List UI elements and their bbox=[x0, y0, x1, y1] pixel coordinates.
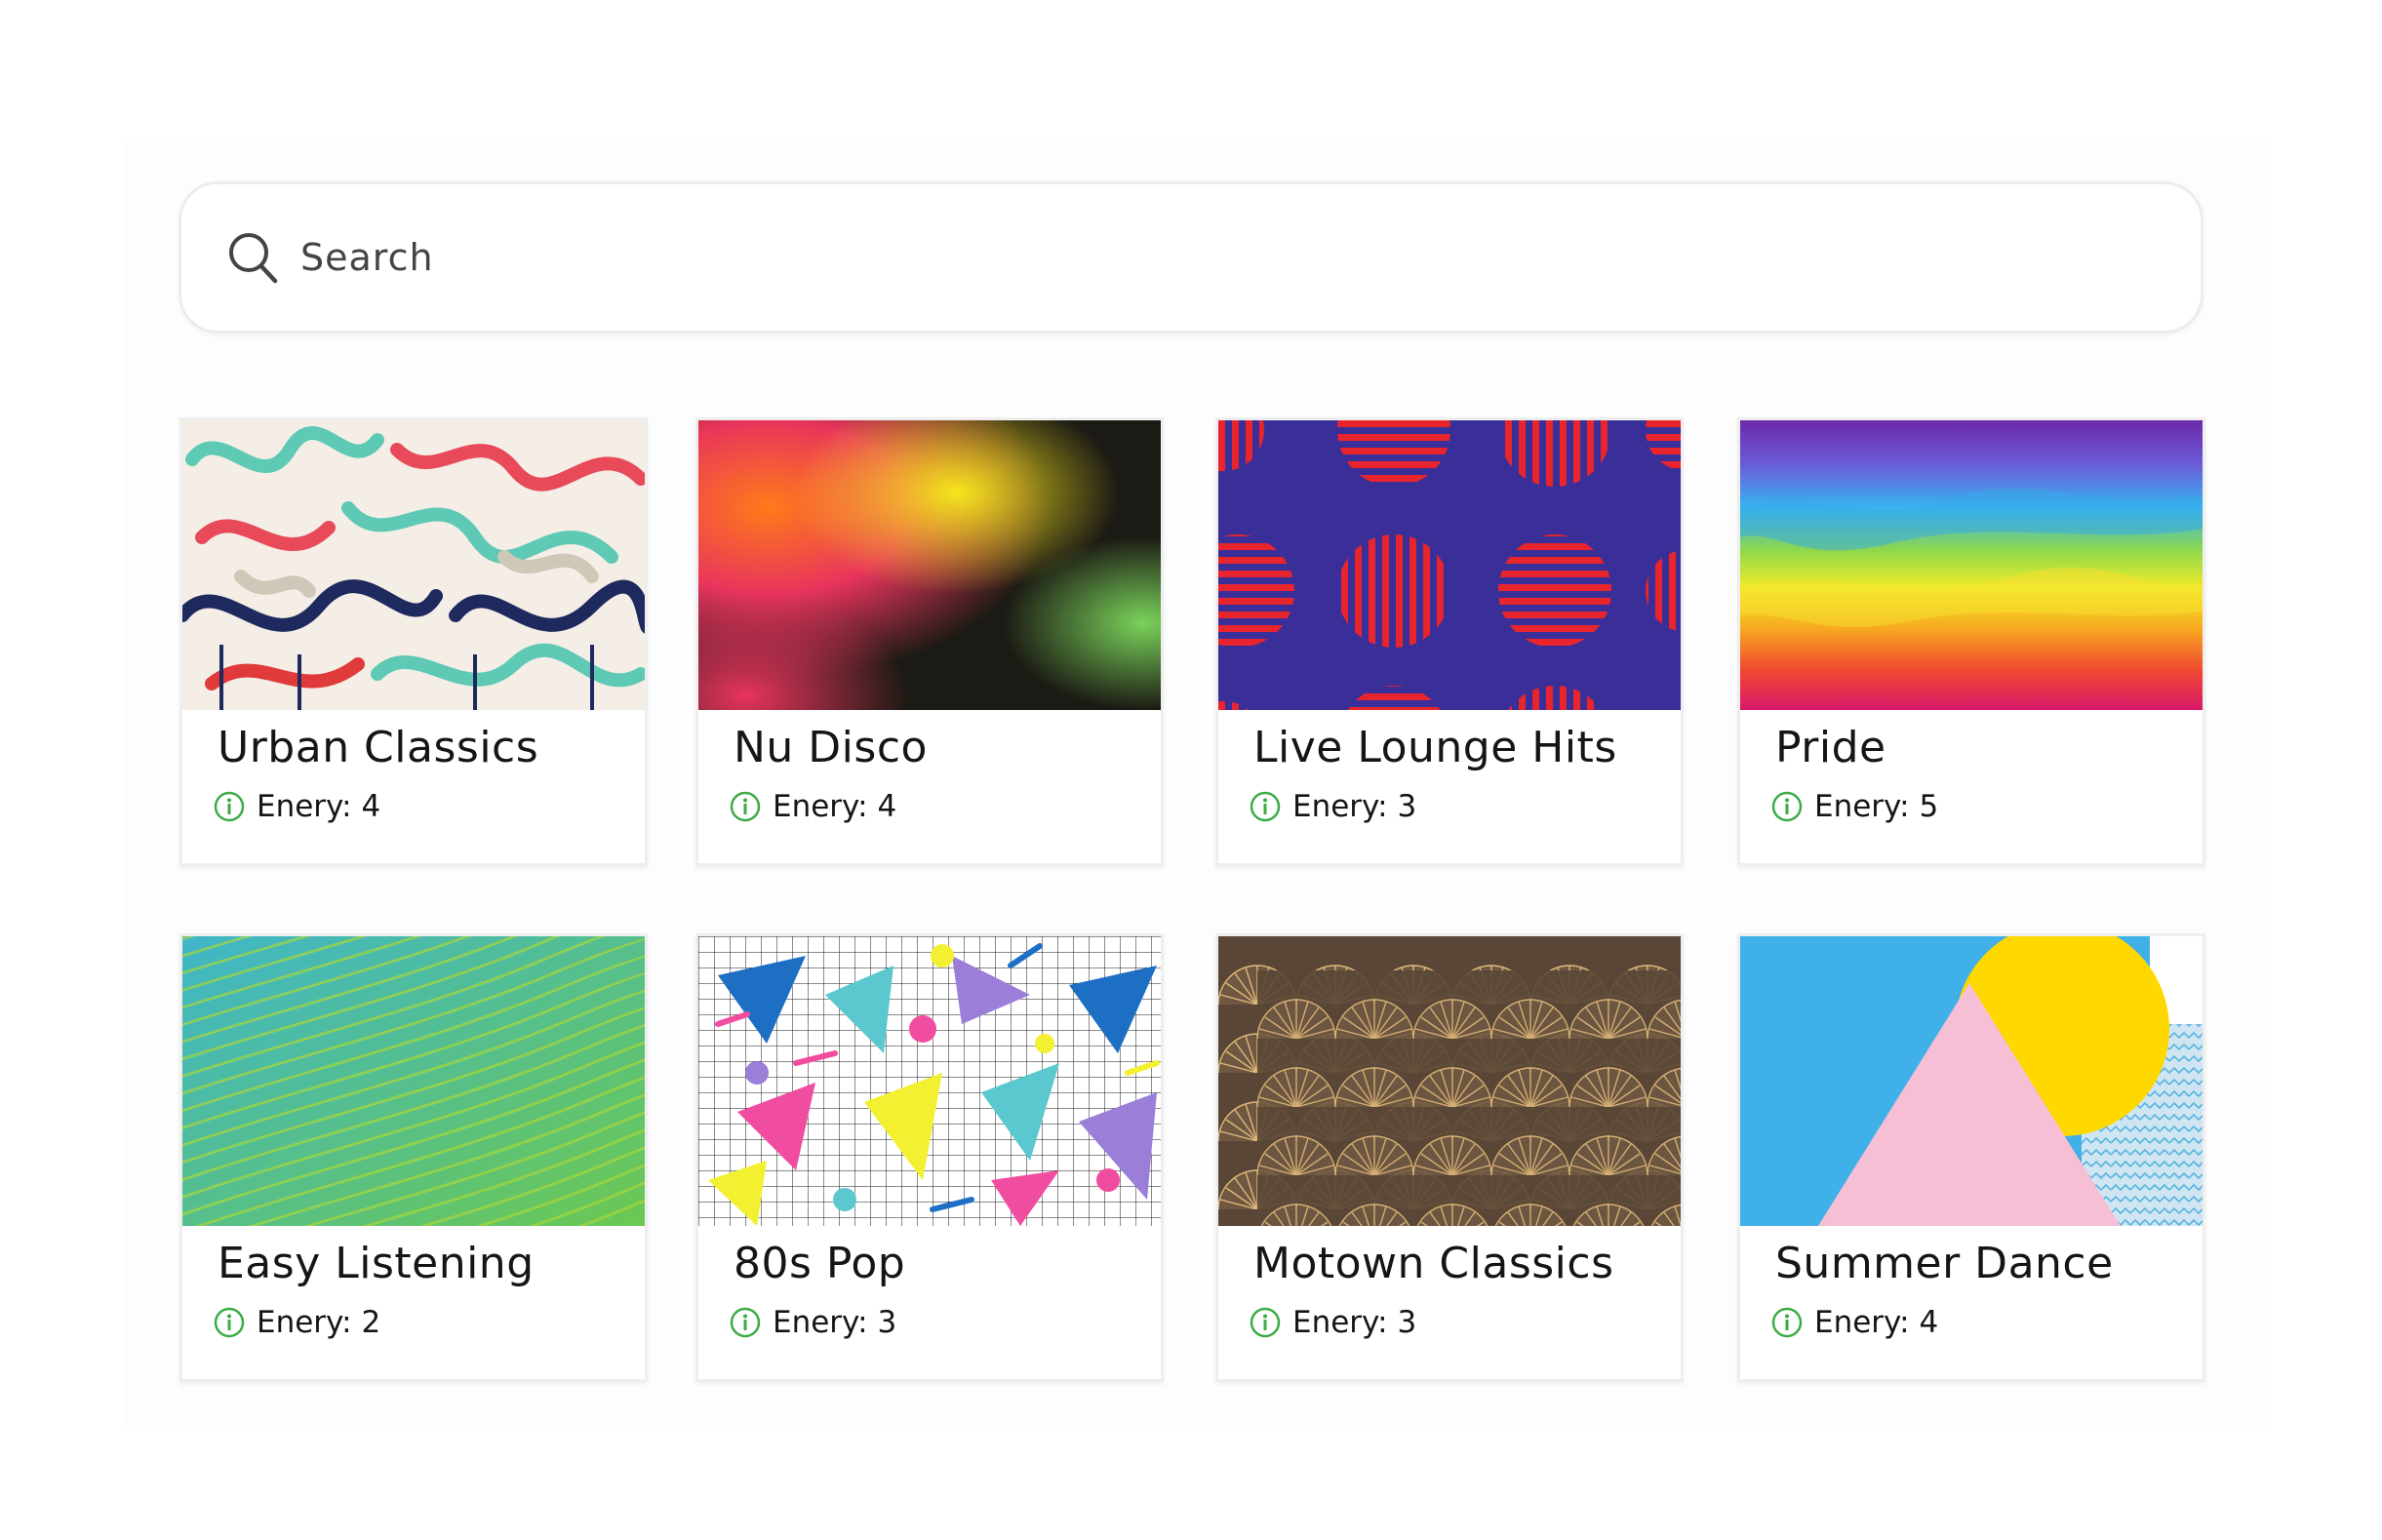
playlist-artwork-art-deco-fans bbox=[1218, 936, 1681, 1226]
playlist-title: Nu Disco bbox=[734, 723, 928, 772]
playlist-card-nu-disco[interactable]: Nu Disco Enery: 4 bbox=[695, 417, 1164, 866]
energy-rating: Enery: 3 bbox=[1250, 1305, 1416, 1340]
info-icon[interactable] bbox=[730, 1307, 761, 1338]
search-input[interactable] bbox=[300, 236, 2056, 279]
playlist-title: Motown Classics bbox=[1253, 1239, 1614, 1288]
energy-label: Enery: 3 bbox=[1292, 1305, 1417, 1340]
playlist-title: Summer Dance bbox=[1775, 1239, 2114, 1288]
energy-label: Enery: 4 bbox=[773, 789, 897, 824]
info-icon[interactable] bbox=[214, 791, 245, 822]
playlist-artwork-sun-triangle bbox=[1740, 936, 2203, 1226]
playlist-title: Live Lounge Hits bbox=[1253, 723, 1617, 772]
playlist-card-urban-classics[interactable]: Urban Classics Enery: 4 bbox=[179, 417, 648, 866]
energy-rating: Enery: 2 bbox=[214, 1305, 380, 1340]
playlist-artwork-rainbow-watercolor bbox=[1740, 420, 2203, 710]
playlist-artwork-halftone-smoke bbox=[698, 420, 1161, 710]
search-icon bbox=[229, 233, 278, 284]
energy-rating: Enery: 4 bbox=[214, 789, 380, 824]
energy-rating: Enery: 5 bbox=[1771, 789, 1938, 824]
search-bar[interactable] bbox=[179, 181, 2203, 334]
playlist-card-pride[interactable]: Pride Enery: 5 bbox=[1737, 417, 2205, 866]
playlist-artwork-striped-circles bbox=[1218, 420, 1681, 710]
energy-label: Enery: 4 bbox=[1814, 1305, 1939, 1340]
playlist-artwork-graffiti bbox=[182, 420, 645, 710]
info-icon[interactable] bbox=[214, 1307, 245, 1338]
energy-rating: Enery: 3 bbox=[1250, 789, 1416, 824]
energy-label: Enery: 4 bbox=[257, 789, 381, 824]
playlist-card-motown-classics[interactable]: Motown Classics Enery: 3 bbox=[1215, 933, 1684, 1382]
info-icon[interactable] bbox=[1250, 791, 1281, 822]
info-icon[interactable] bbox=[1771, 791, 1803, 822]
energy-label: Enery: 3 bbox=[773, 1305, 897, 1340]
info-icon[interactable] bbox=[1771, 1307, 1803, 1338]
playlist-card-80s-pop[interactable]: 80s Pop Enery: 3 bbox=[695, 933, 1164, 1382]
energy-rating: Enery: 4 bbox=[730, 789, 896, 824]
playlist-title: Easy Listening bbox=[218, 1239, 535, 1288]
playlist-artwork-memphis-pattern bbox=[698, 936, 1161, 1226]
playlist-card-live-lounge-hits[interactable]: Live Lounge Hits Enery: 3 bbox=[1215, 417, 1684, 866]
energy-rating: Enery: 4 bbox=[1771, 1305, 1938, 1340]
playlist-title: 80s Pop bbox=[734, 1239, 906, 1288]
playlist-title: Urban Classics bbox=[218, 723, 539, 772]
playlist-card-summer-dance[interactable]: Summer Dance Enery: 4 bbox=[1737, 933, 2205, 1382]
energy-rating: Enery: 3 bbox=[730, 1305, 896, 1340]
info-icon[interactable] bbox=[730, 791, 761, 822]
energy-label: Enery: 2 bbox=[257, 1305, 381, 1340]
energy-label: Enery: 3 bbox=[1292, 789, 1417, 824]
playlist-artwork-wavy-lines bbox=[182, 936, 645, 1226]
info-icon[interactable] bbox=[1250, 1307, 1281, 1338]
energy-label: Enery: 5 bbox=[1814, 789, 1939, 824]
playlist-title: Pride bbox=[1775, 723, 1886, 772]
playlist-card-easy-listening[interactable]: Easy Listening Enery: 2 bbox=[179, 933, 648, 1382]
